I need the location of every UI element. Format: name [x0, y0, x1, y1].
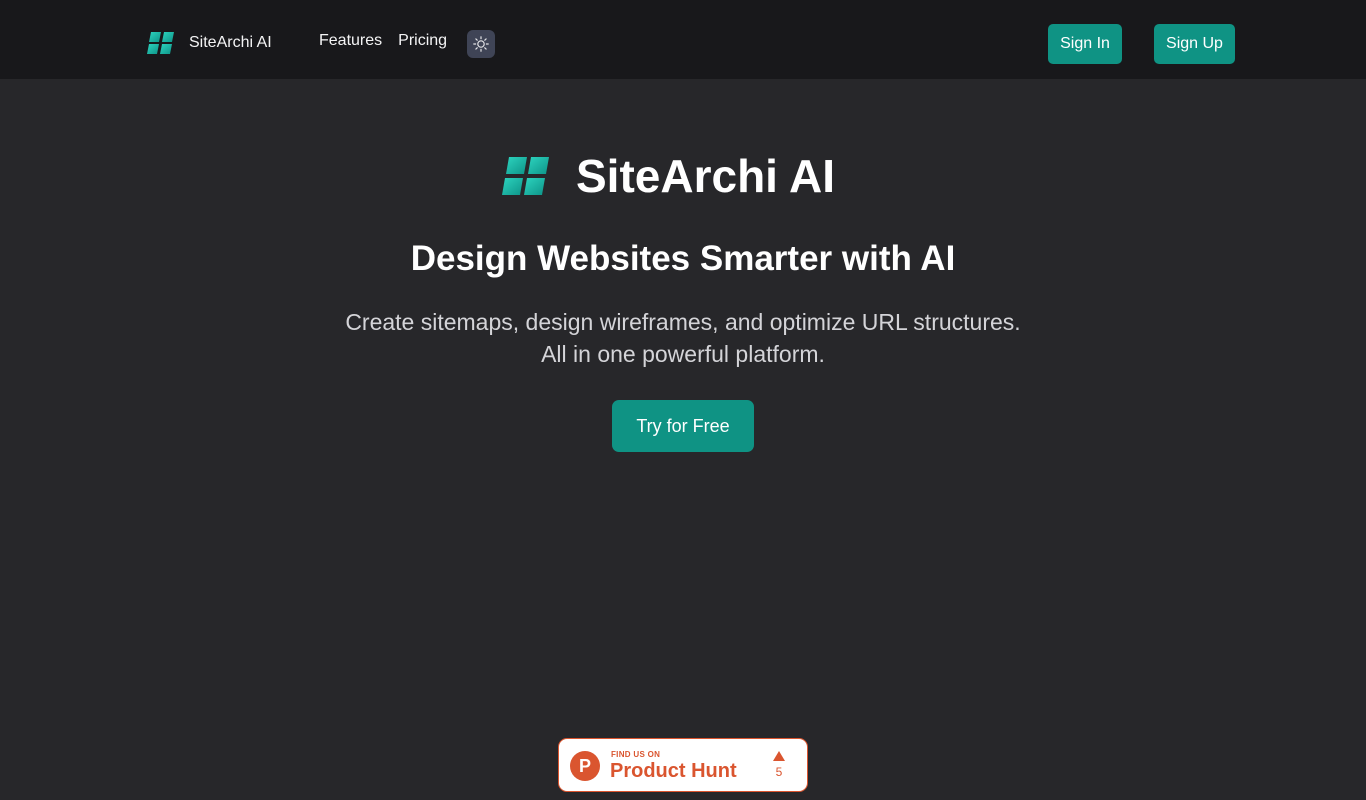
product-hunt-logo-letter: P: [578, 755, 591, 776]
upvote-arrow-icon: [773, 751, 785, 761]
hero-brand-name: SiteArchi AI: [576, 150, 836, 202]
product-hunt-kicker: FIND US ON: [611, 750, 661, 759]
try-for-free-button[interactable]: Try for Free: [612, 400, 754, 452]
navbar-inner: SiteArchi AI Features Pricing Sign In Si…: [0, 0, 1366, 79]
theme-toggle-button[interactable]: [467, 30, 495, 58]
brand-name: SiteArchi AI: [189, 34, 272, 51]
product-hunt-upvote: 5: [771, 751, 787, 783]
hero-subtitle: Create sitemaps, design wireframes, and …: [0, 306, 1366, 370]
hero-title: Design Websites Smarter with AI: [410, 239, 956, 278]
hero-subtitle-line2: All in one powerful platform.: [541, 341, 825, 367]
nav-link-pricing[interactable]: Pricing: [398, 32, 447, 50]
product-hunt-name: Product Hunt: [610, 760, 737, 782]
sign-in-button[interactable]: Sign In: [1048, 24, 1122, 64]
upvote-count: 5: [775, 765, 783, 779]
sitearchi-logo-icon: [147, 32, 174, 54]
hero-subtitle-line1: Create sitemaps, design wireframes, and …: [345, 309, 1021, 335]
brand-link[interactable]: SiteArchi AI: [146, 30, 272, 56]
product-hunt-logo-icon: P: [570, 751, 600, 781]
nav-link-features[interactable]: Features: [319, 32, 382, 50]
product-hunt-badge[interactable]: P FIND US ON Product Hunt 5: [558, 738, 808, 792]
hero-brand: SiteArchi AI: [500, 150, 835, 202]
nav-links: Features Pricing: [319, 32, 447, 50]
sitearchi-logo-large-icon: [502, 157, 549, 195]
navbar: SiteArchi AI Features Pricing Sign In Si…: [0, 0, 1366, 79]
sun-icon: [473, 36, 489, 52]
sign-up-button[interactable]: Sign Up: [1154, 24, 1235, 64]
